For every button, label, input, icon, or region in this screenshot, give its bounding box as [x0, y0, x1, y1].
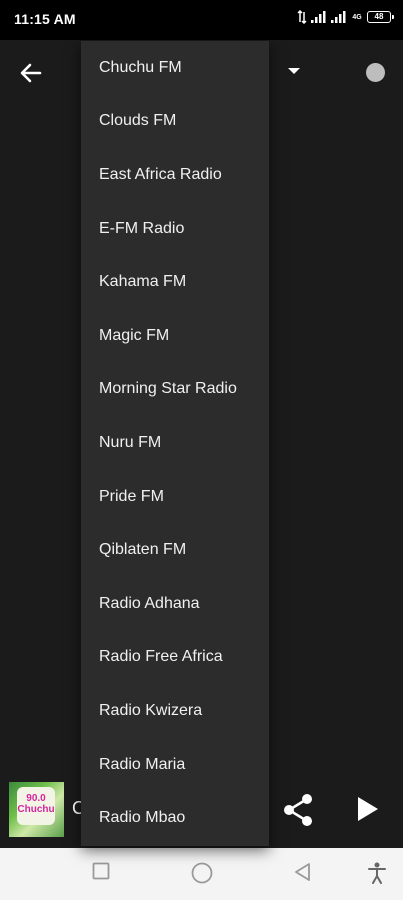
accessibility-icon[interactable]	[367, 862, 387, 884]
dropdown-item[interactable]: Qiblaten FM	[81, 523, 269, 577]
dropdown-item[interactable]: Morning Star Radio	[81, 363, 269, 417]
app-screen: 11:15 AM 4G 48 90.0 Chuchu C Chuchu FM C…	[0, 0, 403, 900]
dropdown-item[interactable]: Clouds FM	[81, 95, 269, 149]
back-triangle-icon[interactable]	[293, 862, 311, 882]
dropdown-item[interactable]: Radio Adhana	[81, 577, 269, 631]
dropdown-item[interactable]: E-FM Radio	[81, 202, 269, 256]
network-type-label: 4G	[352, 13, 362, 21]
dropdown-item[interactable]: East Africa Radio	[81, 148, 269, 202]
dropdown-item[interactable]: Radio Maria	[81, 738, 269, 792]
station-logo-badge: 90.0 Chuchu	[17, 787, 55, 825]
dropdown-item[interactable]: Radio Free Africa	[81, 631, 269, 685]
signal-icon	[311, 11, 326, 23]
station-logo[interactable]: 90.0 Chuchu	[9, 782, 64, 837]
dropdown-item[interactable]: Radio Mbao	[81, 791, 269, 845]
signal-icon-2	[331, 11, 346, 23]
share-icon[interactable]	[280, 792, 316, 828]
dropdown-item[interactable]: Radio Kwizera	[81, 684, 269, 738]
status-bar: 11:15 AM 4G 48	[0, 0, 403, 40]
data-transfer-icon	[297, 10, 307, 24]
status-time: 11:15 AM	[14, 11, 76, 27]
battery-icon: 48	[367, 11, 394, 23]
home-icon[interactable]	[191, 862, 213, 884]
status-icons: 4G 48	[297, 10, 394, 24]
dropdown-item[interactable]: Chuchu FM	[81, 41, 269, 95]
system-nav-bar	[0, 848, 403, 900]
dropdown-item[interactable]: Nuru FM	[81, 416, 269, 470]
recents-icon[interactable]	[92, 862, 110, 880]
play-icon[interactable]	[352, 794, 382, 824]
station-logo-text: 90.0 Chuchu	[17, 793, 55, 815]
battery-level: 48	[374, 12, 384, 21]
dropdown-item[interactable]: Magic FM	[81, 309, 269, 363]
caret-down-icon[interactable]	[288, 68, 300, 74]
status-indicator-dot	[366, 63, 385, 82]
dropdown-item[interactable]: Kahama FM	[81, 255, 269, 309]
station-dropdown-menu: Chuchu FM Clouds FM East Africa Radio E-FM …	[81, 41, 269, 846]
dropdown-item[interactable]: Pride FM	[81, 470, 269, 524]
arrow-left-icon[interactable]	[18, 60, 44, 86]
